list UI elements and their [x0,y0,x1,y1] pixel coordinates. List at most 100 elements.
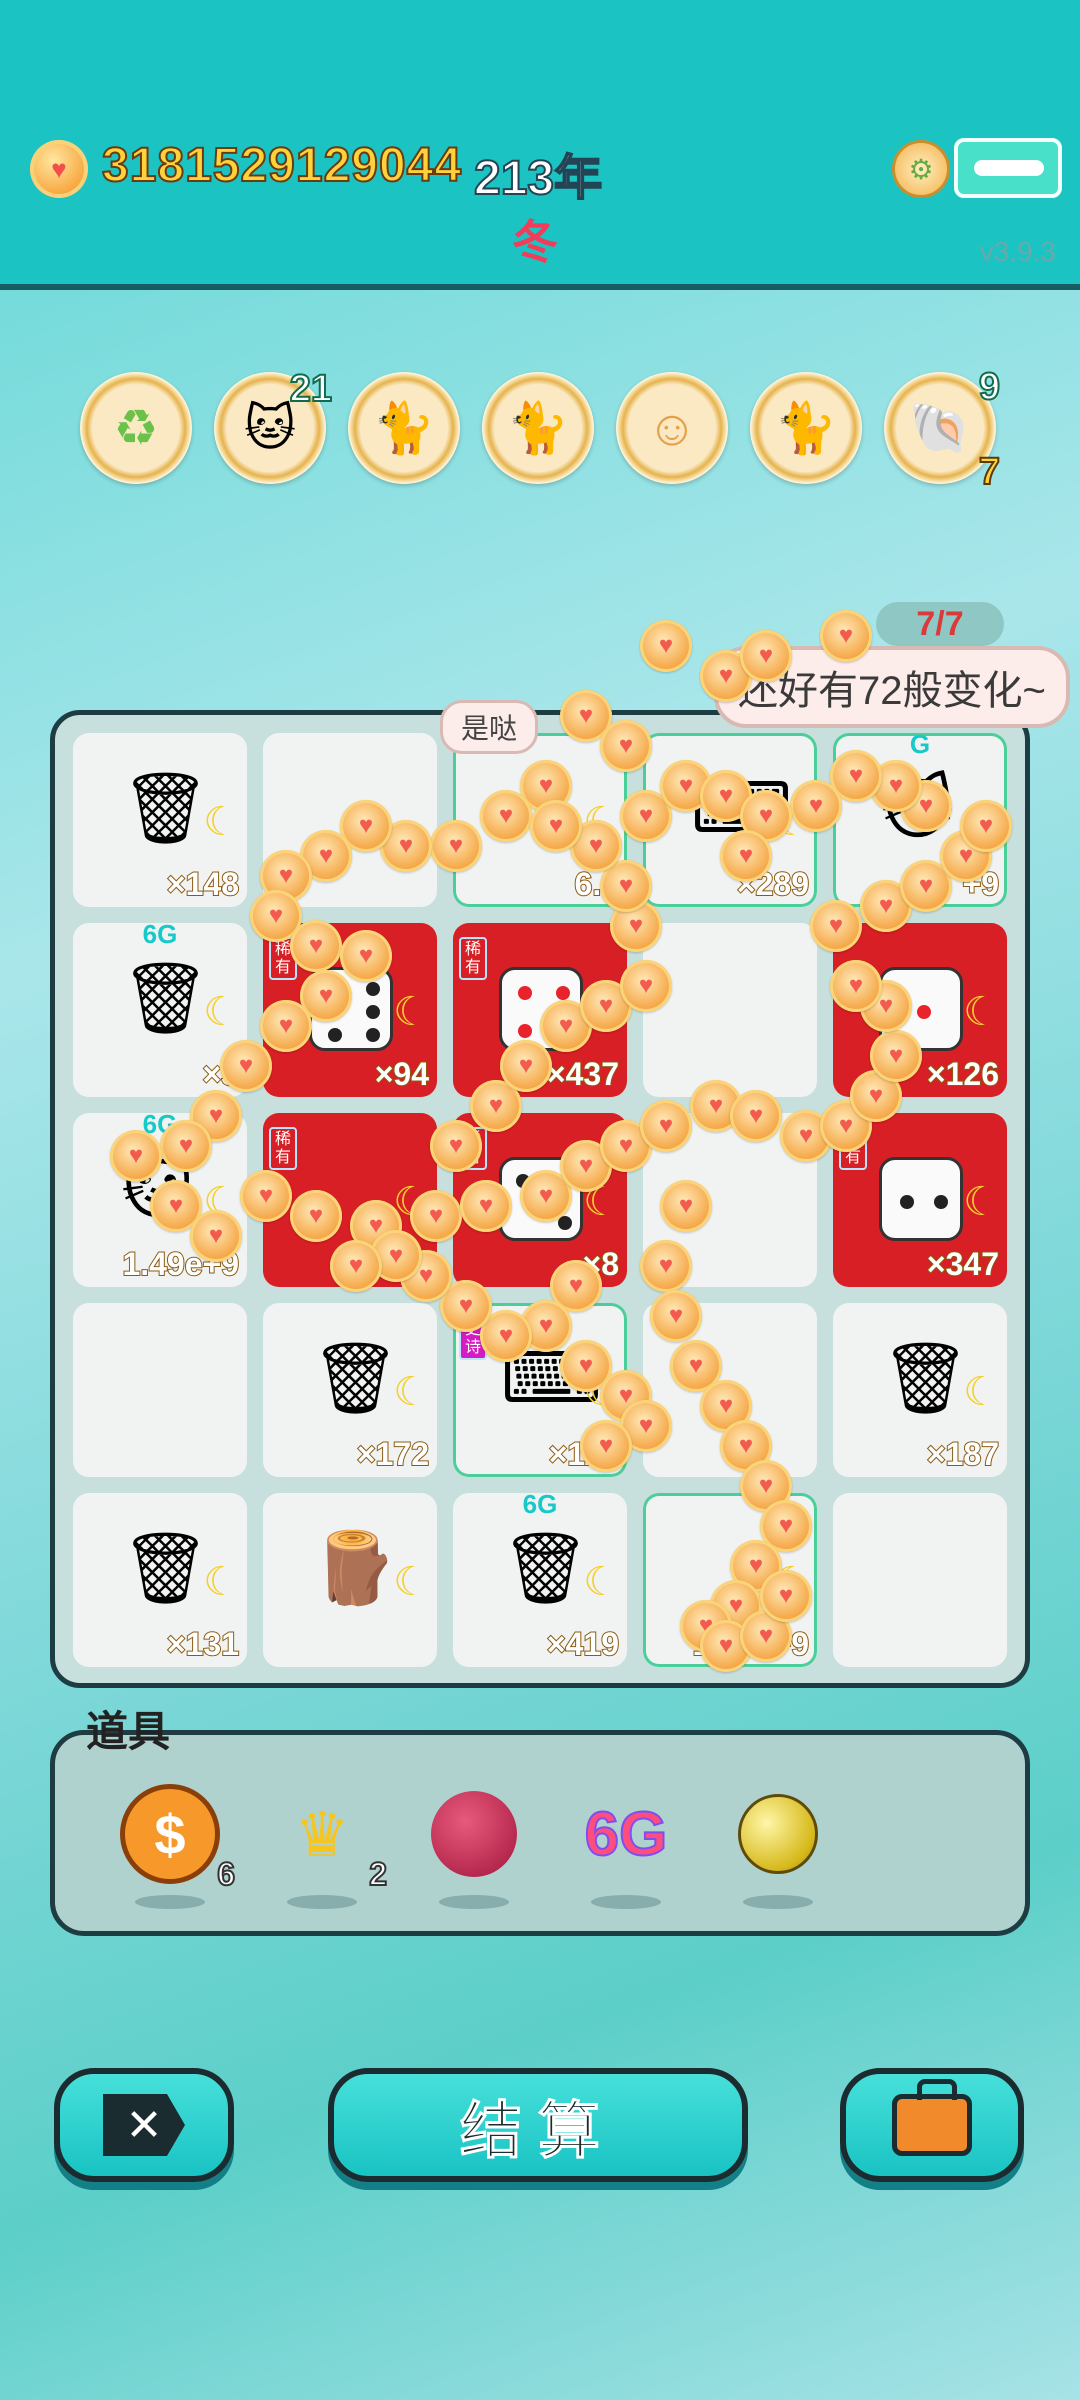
dice-pip [366,1028,380,1042]
board-cell[interactable]: 🗑 ☾ 6G ×419 [453,1489,627,1667]
dice-pip [366,982,380,996]
board-cell[interactable] [643,1113,817,1287]
dice-pip [366,1005,380,1019]
recycle-relic-icon[interactable]: ♻ [80,372,192,484]
cell-quantity: ×8 [582,1245,621,1283]
six-g-badge: 6G [522,1489,558,1519]
board-cell[interactable]: ⌨ ☾ ×289 [643,733,817,907]
dice-icon [309,967,393,1051]
dice-pip [558,1216,572,1230]
lychee-item[interactable] [419,1779,529,1909]
board-cell[interactable]: 🐱 ☾ 6G 1.49e+9 [73,1109,247,1287]
relic-count: 21 [289,367,333,411]
symbol-icon: 🗑 [121,1529,210,1607]
twin-cats-relic-icon[interactable]: 🐈 [348,372,460,484]
shell-relic-icon[interactable]: 🐚 9 7 [884,365,1001,494]
board-cell[interactable]: ☾ 稀有 ×298 [263,1113,437,1287]
dice-pip [556,1024,570,1038]
gold-ball-item[interactable] [723,1779,833,1909]
lychee-icon [431,1791,517,1877]
cell-quantity: ×419 [546,1625,620,1663]
dice-pip [328,982,342,996]
board-cell[interactable]: ☾ 稀有 ×8 [453,1113,627,1287]
cell-quantity: ×187 [926,1435,1000,1473]
year-label: 213年 [473,151,603,206]
speech-bubble: 还好有72般变化~ [714,646,1070,728]
board-cell[interactable]: ☾ 6.9 [453,733,627,907]
cell-quantity: 1.59e+9 [691,1625,810,1663]
coin-total: 3181529129044 [101,138,463,193]
dice-pip [516,1174,530,1188]
board-cell[interactable]: ☾ 1.59e+9 [643,1493,817,1667]
twin-cats-relic-icon[interactable]: 🐈 [482,372,594,484]
cell-quantity: ×3 [202,1055,241,1093]
board-cell[interactable] [833,1493,1007,1667]
item-shadow [743,1895,813,1909]
rarity-tag: 稀有 [839,1127,867,1171]
board-cell[interactable]: 🪵 ☾ [263,1493,437,1667]
board-cell[interactable]: ☾ 稀有 ×94 [263,923,437,1097]
badge-icon[interactable]: ⚙ [892,140,950,198]
dice-pip [518,1024,532,1038]
settle-button[interactable]: 结算 [328,2068,748,2182]
board-cell[interactable]: 🐱 ☾ G +9 [833,729,1007,907]
mooncake-relic-icon[interactable]: ☺ [616,372,728,484]
moon-icon: ☾ [583,990,619,1034]
dollar-coin-item[interactable]: $ 6 [115,1779,236,1909]
item-shadow [591,1895,661,1909]
six-g-item[interactable]: 6G [571,1779,681,1909]
cell-quantity: ×347 [926,1245,1000,1283]
board-cell[interactable]: 🗑 ☾ 6G ×3 [73,919,247,1097]
cell-quantity: ×298 [356,1245,430,1283]
moon-icon: ☾ [963,1180,999,1224]
board-cell[interactable]: 🗑 ☾ ×172 [263,1303,437,1477]
cell-quantity: ×437 [546,1055,620,1093]
version-label: v3.9.3 [979,236,1056,267]
board-cell[interactable]: ⌨ ☾ 史诗 ×114 [453,1303,627,1477]
cell-quantity: ×172 [356,1435,430,1473]
moon-icon: ☾ [583,1370,619,1414]
moon-icon: ☾ [393,990,429,1034]
board-cell[interactable]: ☾ ×126 [833,923,1007,1097]
items-title: 道具 [86,1708,171,1755]
item-shadow [287,1895,357,1909]
moon-icon: ☾ [393,1560,429,1604]
item-shadow [135,1895,205,1909]
symbol-icon: 🗑 [311,1339,400,1417]
board-cell[interactable] [73,1303,247,1477]
cell-quantity: ×131 [166,1625,240,1663]
item-shadow [439,1895,509,1909]
moon-icon: ☾ [963,990,999,1034]
board-cell[interactable]: 🗑 ☾ ×148 [73,733,247,907]
items-panel: $ 6 ♛ 2 6G [50,1730,1030,1936]
cell-quantity: 1.49e+9 [121,1245,240,1283]
board-cell[interactable]: ☾ 稀有 ×437 [453,923,627,1097]
dice-pip [518,986,532,1000]
board-cell[interactable] [263,733,437,907]
dice-pip [556,986,570,1000]
bag-button[interactable] [840,2068,1024,2182]
season-label: 冬 [512,216,558,268]
top-bar: ♥ 3181529129044 213年 冬 v3.9.3 ⚙ [0,0,1080,290]
dice-icon [879,1157,963,1241]
board-cell[interactable]: ☾ 稀有 ×347 [833,1113,1007,1287]
dice-icon [499,1157,583,1241]
cat-relic-icon[interactable]: 🐱 21 [214,367,333,484]
twin-cats-relic-icon[interactable]: 🐈 [750,372,862,484]
board-cell[interactable] [643,923,817,1097]
close-button[interactable]: ✕ [54,2068,234,2182]
dice-pip [934,1195,948,1209]
small-speech-bubble: 是哒 [440,700,539,754]
board-cell[interactable] [643,1303,817,1477]
dollar-icon: $ [120,1784,220,1884]
cell-quantity: ×114 [548,1435,620,1473]
crown-item[interactable]: ♛ 2 [267,1779,388,1909]
coin-icon: ♥ [30,140,88,198]
settings-toggle[interactable] [954,138,1062,198]
moon-icon: ☾ [773,1560,809,1604]
six-g-badge: 6G [142,1109,178,1139]
board-cell[interactable]: 🗑 ☾ ×187 [833,1303,1007,1477]
board-cell[interactable]: 🗑 ☾ ×131 [73,1493,247,1667]
dice-icon [499,967,583,1051]
moon-icon: ☾ [963,800,999,844]
